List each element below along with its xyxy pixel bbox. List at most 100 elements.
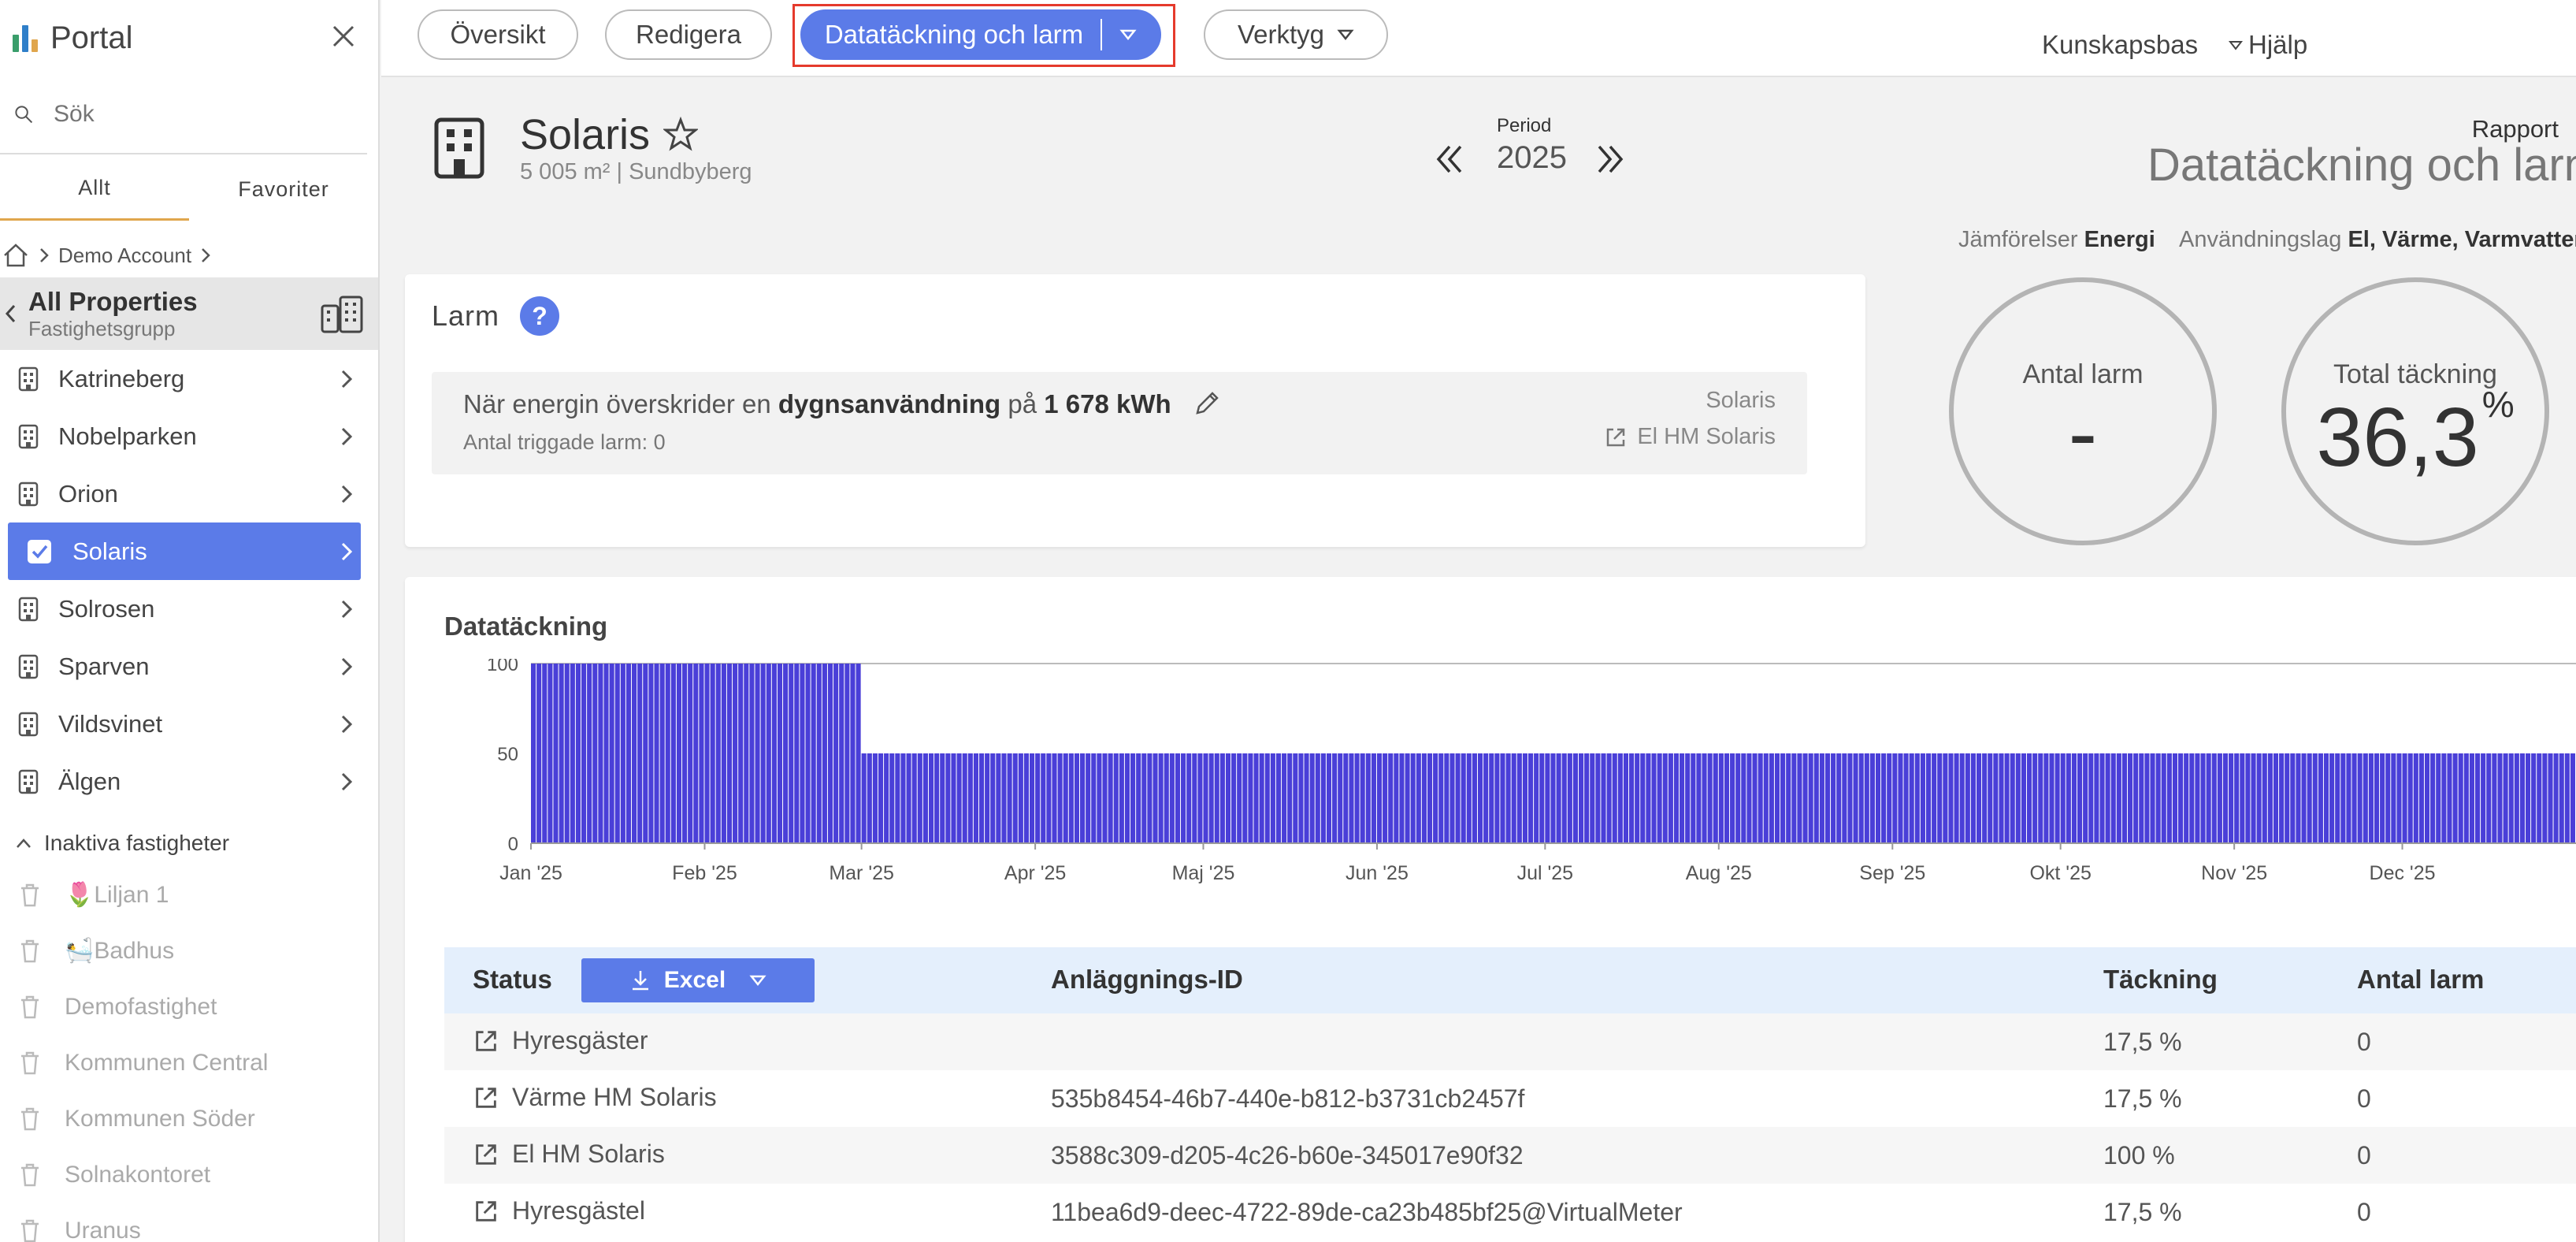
- tab-edit[interactable]: Redigera: [605, 9, 772, 60]
- chart-bar: [2217, 753, 2222, 843]
- chart-bar: [1068, 753, 1074, 843]
- chart-bar: [592, 664, 598, 843]
- alarm-meter-link[interactable]: El HM Solaris: [1604, 424, 1776, 450]
- star-icon[interactable]: [663, 117, 698, 151]
- chart-bar: [996, 753, 1001, 843]
- chart-bar: [1903, 753, 1909, 843]
- sidebar-item-property[interactable]: Nobelparken: [0, 407, 378, 465]
- chart-bar: [1713, 753, 1718, 843]
- inactive-property[interactable]: 🛀Badhus: [0, 923, 378, 979]
- double-chevron-left-icon[interactable]: [1432, 142, 1467, 177]
- sidebar-item-property[interactable]: Sparven: [0, 638, 378, 695]
- home-icon[interactable]: [2, 241, 30, 270]
- help-link[interactable]: Hjälp: [2228, 30, 2307, 60]
- table-row[interactable]: El HM Solaris 3588c309-d205-4c26-b60e-345…: [444, 1127, 2576, 1184]
- sidebar-item-property[interactable]: Solaris: [8, 522, 361, 580]
- chart-bar: [1606, 753, 1612, 843]
- chart-bar: [710, 664, 715, 843]
- inactive-property[interactable]: Uranus: [0, 1203, 378, 1242]
- chart-bar: [1376, 753, 1383, 843]
- sidebar-item-property[interactable]: Vildsvinet: [0, 695, 378, 753]
- chart-bar: [2553, 753, 2559, 843]
- breadcrumb-account[interactable]: Demo Account: [58, 244, 191, 268]
- table-row[interactable]: Hyresgästel 11bea6d9-deec-4722-89de-ca23b…: [444, 1184, 2576, 1240]
- double-chevron-right-icon[interactable]: [1593, 142, 1628, 177]
- inactive-property[interactable]: Kommunen Söder: [0, 1091, 378, 1147]
- chart-bar: [967, 753, 973, 843]
- portal-logo-icon: [13, 24, 38, 52]
- search-input[interactable]: [54, 101, 353, 128]
- tab-all[interactable]: Allt: [0, 158, 189, 221]
- chart-x-tick: Jan '25: [499, 862, 562, 884]
- external-link-icon: [1607, 428, 1625, 446]
- row-alarm-count: 0: [2357, 1084, 2371, 1113]
- chart-bar: [2323, 753, 2329, 843]
- chart-bar: [816, 664, 822, 843]
- inactive-property[interactable]: Kommunen Central: [0, 1035, 378, 1091]
- tab-overview[interactable]: Översikt: [418, 9, 578, 60]
- chart-bar: [2116, 753, 2121, 843]
- chart-bar: [1466, 753, 1472, 843]
- usage-selector[interactable]: Användningslag El, Värme, Varmvatten: [2179, 227, 2576, 253]
- knowledge-base-link[interactable]: Kunskapsbas: [2042, 30, 2198, 60]
- sidebar-item-property[interactable]: Älgen: [0, 753, 378, 810]
- property-group[interactable]: All Properties Fastighetsgrupp: [0, 277, 378, 350]
- chart-x-tick: Mar '25: [829, 862, 894, 884]
- sidebar-item-property[interactable]: Katrineberg: [0, 350, 378, 407]
- chart-bar: [811, 664, 816, 843]
- chart-bar: [1113, 753, 1119, 843]
- chart-bar: [2267, 753, 2273, 843]
- chart-bar: [581, 664, 587, 843]
- row-alarm-count: 0: [2357, 1028, 2371, 1056]
- chart-bar: [1421, 753, 1427, 843]
- external-link-icon[interactable]: [473, 1198, 499, 1225]
- inactive-property[interactable]: 🌷Liljan 1: [0, 867, 378, 923]
- chart-bar: [2486, 753, 2492, 843]
- alarm-text-usage: dygnsanvändning: [778, 389, 1001, 418]
- chevron-left-icon[interactable]: [3, 302, 19, 325]
- pencil-icon[interactable]: [1191, 388, 1223, 419]
- chevron-right-icon: [341, 600, 353, 619]
- external-link-icon[interactable]: [473, 1084, 499, 1111]
- chart-bar: [1724, 753, 1730, 843]
- coverage-number: 36,3: [2316, 391, 2479, 484]
- chart-bar: [1270, 753, 1275, 843]
- chart-bar: [1836, 753, 1842, 843]
- sidebar-item-property[interactable]: Solrosen: [0, 580, 378, 638]
- chart-bar: [1063, 753, 1068, 843]
- inactive-property[interactable]: Solnakontoret: [0, 1147, 378, 1203]
- chart-bar: [749, 664, 755, 843]
- table-row[interactable]: Värme HM Solaris 535b8454-46b7-440e-b812-…: [444, 1070, 2576, 1127]
- chart-bar: [1326, 753, 1332, 843]
- chart-bar: [2301, 753, 2307, 843]
- comparison-selector[interactable]: Jämförelser Energi: [1958, 227, 2155, 253]
- chart-bar: [531, 664, 536, 843]
- external-link-icon[interactable]: [473, 1141, 499, 1168]
- chart-bar: [1091, 753, 1097, 843]
- alarm-rule: När energin överskrider en dygnsanvändni…: [432, 372, 1807, 474]
- chart-x-tick: Jul '25: [1517, 862, 1573, 884]
- inactive-header[interactable]: Inaktiva fastigheter: [0, 820, 378, 867]
- chart-bar: [1164, 753, 1169, 843]
- chart-bar: [973, 753, 978, 843]
- chart-bar: [1338, 753, 1343, 843]
- excel-button[interactable]: Excel: [581, 958, 815, 1002]
- help-icon[interactable]: ?: [520, 296, 559, 336]
- chart-bar: [2357, 753, 2363, 843]
- close-icon[interactable]: [329, 22, 358, 50]
- chart-bar: [1898, 753, 1903, 843]
- tab-favorites[interactable]: Favoriter: [189, 158, 378, 221]
- table-header: Status Excel Anläggnings-ID Täckning Ant…: [444, 947, 2576, 1013]
- chart-bar: [1041, 753, 1046, 843]
- inactive-property[interactable]: Demofastighet: [0, 979, 378, 1035]
- table-row[interactable]: Hyresgäster 17,5 % 0: [444, 1013, 2576, 1070]
- chevron-up-icon: [17, 839, 31, 848]
- sidebar-item-property[interactable]: Orion: [0, 465, 378, 522]
- chart-bar: [2172, 753, 2178, 843]
- tab-tools[interactable]: Verktyg: [1204, 9, 1388, 60]
- external-link-icon[interactable]: [473, 1028, 499, 1054]
- chart-bar: [1102, 753, 1108, 843]
- chart-bar: [985, 753, 990, 843]
- chart-bar: [766, 664, 771, 843]
- chart-bar: [1343, 753, 1349, 843]
